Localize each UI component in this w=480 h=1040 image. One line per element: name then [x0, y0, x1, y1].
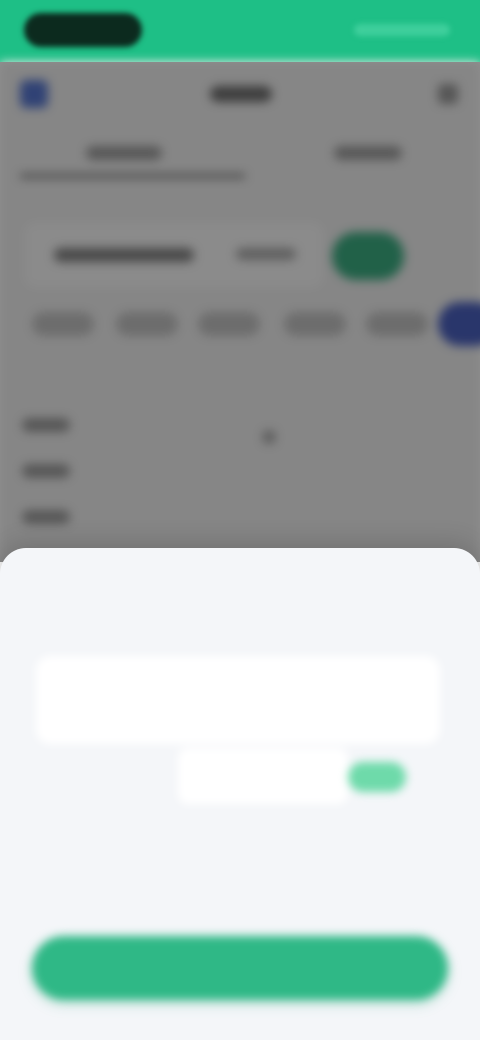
modal-backdrop[interactable] [0, 62, 480, 562]
value-input[interactable] [178, 748, 348, 804]
sheet-close-button[interactable] [366, 602, 436, 620]
input-row [36, 748, 440, 804]
app-screen [0, 0, 480, 1040]
status-bar [0, 0, 480, 62]
status-time-pill [24, 13, 142, 47]
bottom-sheet [0, 548, 480, 1040]
confirm-button[interactable] [32, 936, 448, 1000]
amount-card[interactable] [36, 656, 440, 744]
sheet-title [30, 592, 190, 626]
status-indicators [354, 24, 450, 36]
field-action-button[interactable] [348, 762, 406, 792]
